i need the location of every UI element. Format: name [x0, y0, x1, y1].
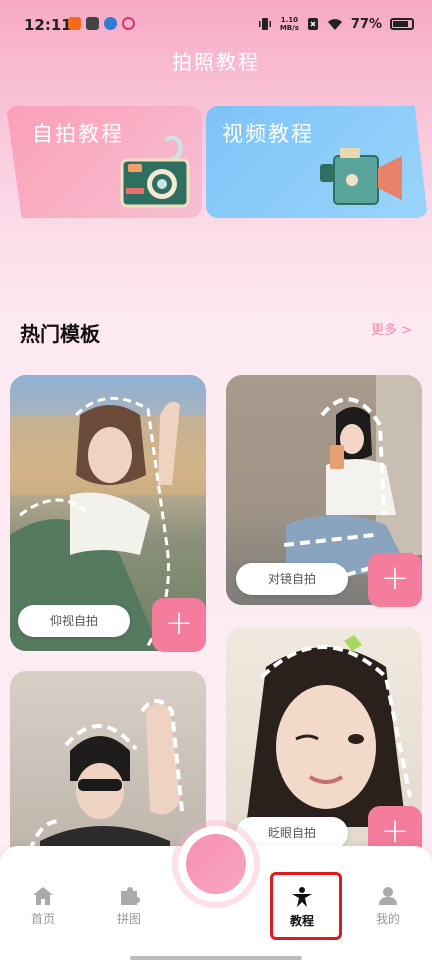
wifi-icon: [327, 18, 342, 30]
template-label: 对镜自拍: [236, 563, 348, 595]
home-indicator[interactable]: [130, 956, 302, 960]
status-right: 1.10 MB/s 77%: [258, 16, 414, 32]
app-notification-icon: [122, 17, 135, 30]
video-tutorial-card[interactable]: 视频教程: [206, 106, 428, 218]
template-card[interactable]: [10, 671, 206, 861]
puzzle-icon: [121, 887, 140, 905]
status-bar: 12:11 1.10 MB/s 77%: [0, 0, 432, 52]
template-label: 仰视自拍: [18, 605, 130, 637]
network-speed: 1.10 MB/s: [280, 16, 299, 32]
tab-home[interactable]: 首页: [13, 886, 73, 927]
tab-home-label: 首页: [30, 912, 55, 926]
video-camera-icon: [320, 148, 402, 205]
battery-percent: 77%: [350, 16, 382, 32]
video-tutorial-label: 视频教程: [222, 122, 314, 146]
tab-collage-label: 拼图: [116, 912, 141, 926]
network-speed-value: 1.10: [280, 16, 298, 24]
template-photo: [28, 699, 184, 861]
camera-shutter-button[interactable]: [178, 826, 254, 902]
more-link[interactable]: 更多 >: [371, 319, 412, 338]
page-title: 拍照教程: [172, 50, 260, 74]
home-icon: [33, 887, 53, 905]
tab-collage[interactable]: 拼图: [99, 886, 159, 927]
camera-icon: [120, 135, 190, 208]
app-notification-icon: [86, 17, 99, 30]
shutter-inner: [186, 834, 246, 894]
tab-profile-label: 我的: [375, 912, 400, 926]
template-label: 眨眼自拍: [236, 817, 348, 849]
add-template-button[interactable]: +: [368, 553, 422, 607]
selfie-tutorial-label: 自拍教程: [32, 122, 124, 146]
no-sim-icon: [307, 18, 318, 30]
tab-profile[interactable]: 我的: [358, 886, 418, 927]
app-notification-icon: [68, 17, 81, 30]
battery-icon: [390, 18, 414, 30]
tutorial-tab-highlight: [270, 872, 342, 940]
status-time: 12:11: [24, 16, 72, 34]
network-speed-unit: MB/s: [279, 24, 299, 32]
app-notification-icon: [104, 17, 117, 30]
vibrate-icon: [258, 18, 271, 30]
section-title: 热门模板: [20, 322, 100, 346]
add-template-button[interactable]: +: [152, 598, 206, 652]
notification-icons: [68, 17, 135, 30]
selfie-tutorial-card[interactable]: 自拍教程: [6, 106, 202, 218]
profile-icon: [379, 887, 397, 905]
